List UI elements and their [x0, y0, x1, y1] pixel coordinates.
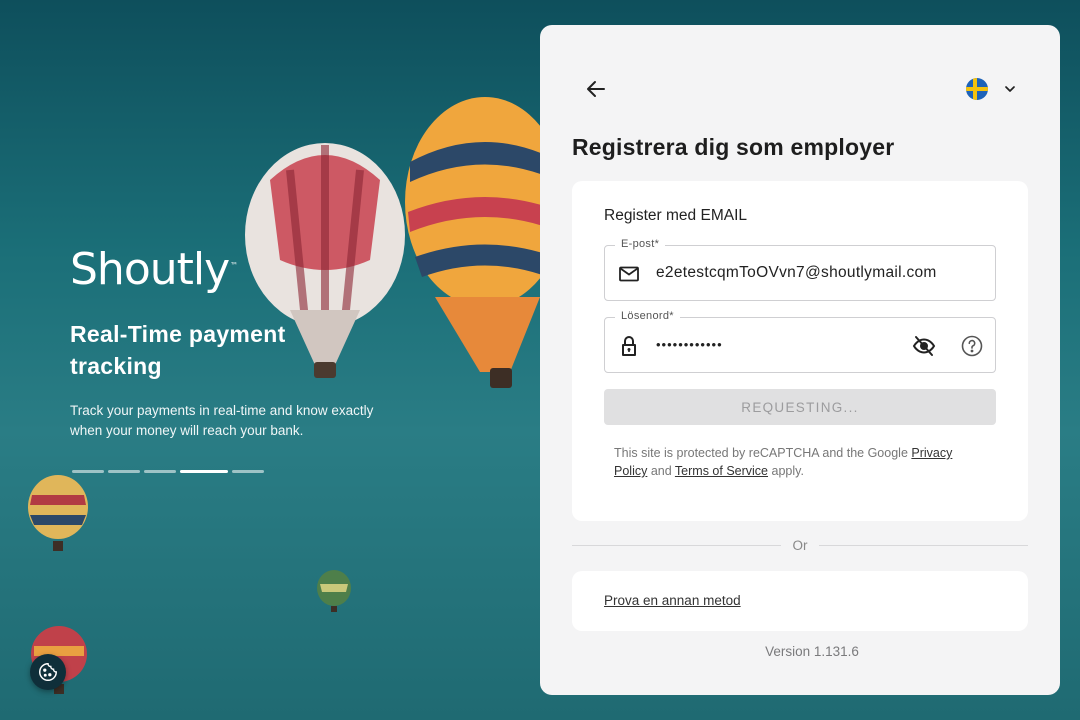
hero-section: Shoutly™ Real-Time payment tracking Trac…	[0, 0, 540, 720]
hero-title: Real-Time payment tracking	[70, 321, 286, 379]
carousel-dot[interactable]	[232, 470, 264, 473]
carousel-dot-active[interactable]	[180, 470, 228, 473]
balloon-illustration-small-left	[28, 475, 88, 551]
try-other-method-link[interactable]: Prova en annan metod	[604, 593, 741, 608]
recaptcha-text-suffix: apply.	[768, 464, 804, 478]
password-input[interactable]	[656, 337, 896, 352]
email-input[interactable]	[656, 264, 956, 282]
lock-icon	[622, 336, 636, 356]
email-field-label: E-post*	[615, 238, 666, 250]
arrow-left-icon	[587, 81, 605, 97]
brand-logo: Shoutly™	[70, 244, 238, 295]
submit-button[interactable]: REQUESTING...	[604, 389, 996, 425]
email-field[interactable]: E-post*	[604, 238, 996, 301]
password-field[interactable]: Lösenord*	[604, 310, 996, 373]
carousel-dot[interactable]	[72, 470, 104, 473]
email-register-card: Register med EMAIL E-post* Lösenord*	[572, 181, 1028, 521]
password-help-button[interactable]	[960, 334, 984, 358]
page-title: Registrera dig som employer	[572, 134, 895, 160]
form-heading: Register med EMAIL	[604, 207, 747, 224]
divider-label: Or	[792, 538, 808, 553]
recaptcha-text-prefix: This site is protected by reCAPTCHA and …	[614, 446, 912, 460]
hero-description: Track your payments in real-time and kno…	[70, 403, 374, 438]
eye-off-icon	[912, 336, 936, 356]
recaptcha-notice: This site is protected by reCAPTCHA and …	[614, 444, 974, 480]
app-version: Version 1.131.6	[765, 644, 859, 659]
chevron-down-icon	[1005, 86, 1015, 92]
alternative-method-card: Prova en annan metod	[572, 571, 1028, 631]
cookie-icon	[39, 663, 57, 681]
mail-icon	[619, 266, 639, 282]
help-icon	[961, 335, 983, 357]
carousel-dot[interactable]	[144, 470, 176, 473]
carousel-dot[interactable]	[108, 470, 140, 473]
language-selector[interactable]	[966, 78, 1018, 100]
terms-of-service-link[interactable]: Terms of Service	[675, 464, 768, 478]
balloon-illustration-striped	[405, 97, 540, 388]
back-button[interactable]	[584, 77, 608, 101]
registration-panel: Registrera dig som employer Register med…	[540, 25, 1060, 695]
password-field-label: Lösenord*	[615, 310, 680, 322]
divider-line	[819, 545, 1028, 546]
toggle-password-visibility-button[interactable]	[912, 334, 936, 358]
cookie-settings-button[interactable]	[30, 654, 66, 690]
carousel-indicators	[72, 470, 264, 473]
balloon-illustration-tiny	[317, 570, 351, 612]
divider-line	[572, 545, 781, 546]
sweden-flag-icon	[966, 78, 988, 100]
brand-logo-text: Shoutly	[70, 244, 230, 295]
trademark-mark: ™	[230, 261, 238, 271]
or-divider: Or	[572, 536, 1028, 556]
recaptcha-text-middle: and	[647, 464, 675, 478]
